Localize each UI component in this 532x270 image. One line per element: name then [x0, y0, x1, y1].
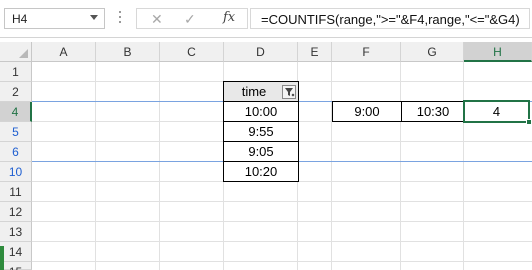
row-header-14[interactable]: 14: [0, 242, 32, 262]
column-header-c[interactable]: C: [160, 42, 224, 62]
row-header-5[interactable]: 5: [0, 122, 32, 142]
filter-funnel-icon[interactable]: [282, 85, 296, 99]
cell-d4[interactable]: 10:00: [223, 101, 299, 122]
sheet-edge-indicator: [0, 246, 4, 270]
spreadsheet-grid: A B C D E F G H 1 2 4 5 6 10 11 12 13 14…: [0, 42, 532, 270]
row-header-12[interactable]: 12: [0, 202, 32, 222]
cell-f4[interactable]: 9:00: [332, 101, 402, 122]
function-icon[interactable]: fx: [223, 10, 235, 25]
cell-d2[interactable]: time: [223, 81, 299, 102]
row-header-6[interactable]: 6: [0, 142, 32, 162]
cell-h4[interactable]: 4: [463, 100, 532, 125]
cell-d6[interactable]: 9:05: [223, 141, 299, 162]
close-icon[interactable]: ✕: [151, 11, 163, 28]
cell-d10[interactable]: 10:20: [223, 161, 299, 182]
name-box-value: H4: [12, 12, 28, 26]
column-header-h[interactable]: H: [464, 42, 532, 62]
column-header-g[interactable]: G: [401, 42, 464, 62]
column-header-f[interactable]: F: [332, 42, 401, 62]
cell-g4[interactable]: 10:30: [401, 101, 465, 122]
row-header-13[interactable]: 13: [0, 222, 32, 242]
name-box[interactable]: H4: [4, 8, 105, 29]
cell-d5[interactable]: 9:55: [223, 121, 299, 142]
select-all-icon: [19, 49, 28, 58]
row-header-4[interactable]: 4: [0, 102, 32, 122]
formula-bar-grip[interactable]: [119, 11, 122, 27]
column-header-e[interactable]: E: [298, 42, 332, 62]
formula-bar: H4 ✕ ✓ fx =COUNTIFS(range,">="&F4,range,…: [0, 0, 532, 38]
column-header-a[interactable]: A: [32, 42, 96, 62]
fill-handle[interactable]: [526, 119, 532, 125]
formula-text: =COUNTIFS(range,">="&F4,range,"<="&G4): [261, 12, 520, 27]
row-header-10[interactable]: 10: [0, 162, 32, 182]
column-filter-header: time: [241, 84, 267, 99]
column-header-b[interactable]: B: [96, 42, 160, 62]
formula-buttons: ✕ ✓ fx: [136, 8, 248, 29]
select-all-button[interactable]: [0, 42, 32, 62]
row-header-1[interactable]: 1: [0, 62, 32, 82]
row-header-15[interactable]: 15: [0, 262, 32, 270]
formula-input[interactable]: =COUNTIFS(range,">="&F4,range,"<="&G4): [250, 8, 530, 29]
column-header-d[interactable]: D: [224, 42, 298, 62]
row-header-11[interactable]: 11: [0, 182, 32, 202]
check-icon[interactable]: ✓: [184, 11, 196, 28]
chevron-down-icon[interactable]: [90, 15, 98, 20]
row-header-2[interactable]: 2: [0, 82, 32, 102]
active-cell-value: 4: [492, 104, 501, 119]
